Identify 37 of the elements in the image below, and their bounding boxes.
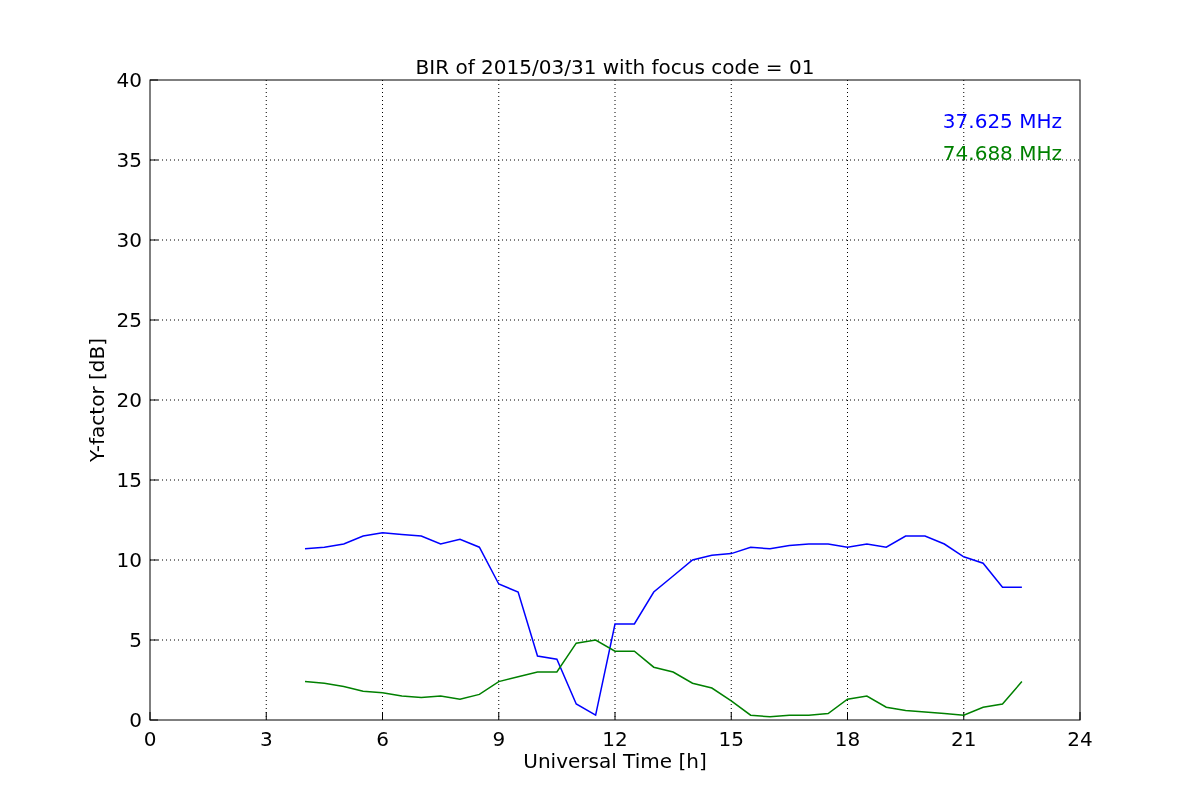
tick-mark <box>265 711 267 721</box>
x-tick-label: 15 <box>718 727 744 751</box>
tick-mark <box>149 399 159 401</box>
y-tick-label: 30 <box>116 228 142 252</box>
tick-mark <box>730 711 732 721</box>
y-tick-label: 0 <box>129 708 142 732</box>
tick-mark <box>963 711 965 721</box>
tick-mark <box>149 639 159 641</box>
legend-label: 74.688 MHz <box>942 141 1062 165</box>
x-tick-label: 3 <box>259 727 273 751</box>
y-tick-label: 20 <box>116 388 142 412</box>
y-tick-label: 5 <box>129 628 142 652</box>
tick-mark <box>149 319 159 321</box>
x-tick-label: 24 <box>1067 727 1093 751</box>
legend-label: 37.625 MHz <box>942 109 1062 133</box>
x-axis-label: Universal Time [h] <box>523 749 707 773</box>
tick-mark <box>614 711 616 721</box>
tick-mark <box>498 711 500 721</box>
tick-mark <box>149 159 159 161</box>
y-tick-label: 40 <box>116 68 142 92</box>
y-tick-label: 15 <box>116 468 142 492</box>
x-tick-label: 18 <box>834 727 861 751</box>
x-tick-label: 21 <box>951 727 977 751</box>
tick-mark <box>382 711 383 721</box>
tick-mark <box>149 479 159 481</box>
x-tick-label: 0 <box>143 727 157 751</box>
tick-mark <box>847 711 848 721</box>
x-tick-label: 9 <box>492 727 506 751</box>
y-tick-label: 10 <box>116 548 142 572</box>
x-tick-label: 6 <box>376 727 389 751</box>
y-tick-label: 35 <box>116 148 142 172</box>
y-axis-label: Y-factor [dB] <box>85 338 109 462</box>
tick-mark <box>149 239 159 241</box>
x-tick-label: 12 <box>602 727 628 751</box>
chart-title: BIR of 2015/03/31 with focus code = 01 <box>415 55 815 79</box>
tick-mark <box>149 559 159 561</box>
y-tick-label: 25 <box>116 308 142 332</box>
